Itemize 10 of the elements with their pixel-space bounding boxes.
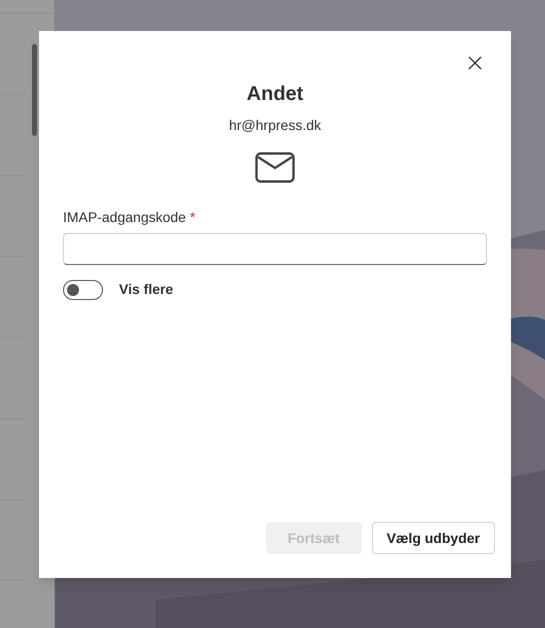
- toggle-label: Vis flere: [119, 280, 174, 299]
- dialog-button[interactable]: Vælg udbyder: [372, 522, 495, 554]
- scrollbar-thumb[interactable]: [32, 44, 37, 136]
- dialog-title: Andet: [246, 82, 304, 107]
- close-icon: [468, 56, 482, 70]
- field-label: IMAP-adgangskode *: [63, 208, 196, 227]
- toggle-switch[interactable]: [63, 280, 103, 300]
- password-field[interactable]: [63, 233, 487, 265]
- email-address: hr@hrpress.dk: [228, 116, 322, 135]
- envelope-icon: [255, 152, 295, 183]
